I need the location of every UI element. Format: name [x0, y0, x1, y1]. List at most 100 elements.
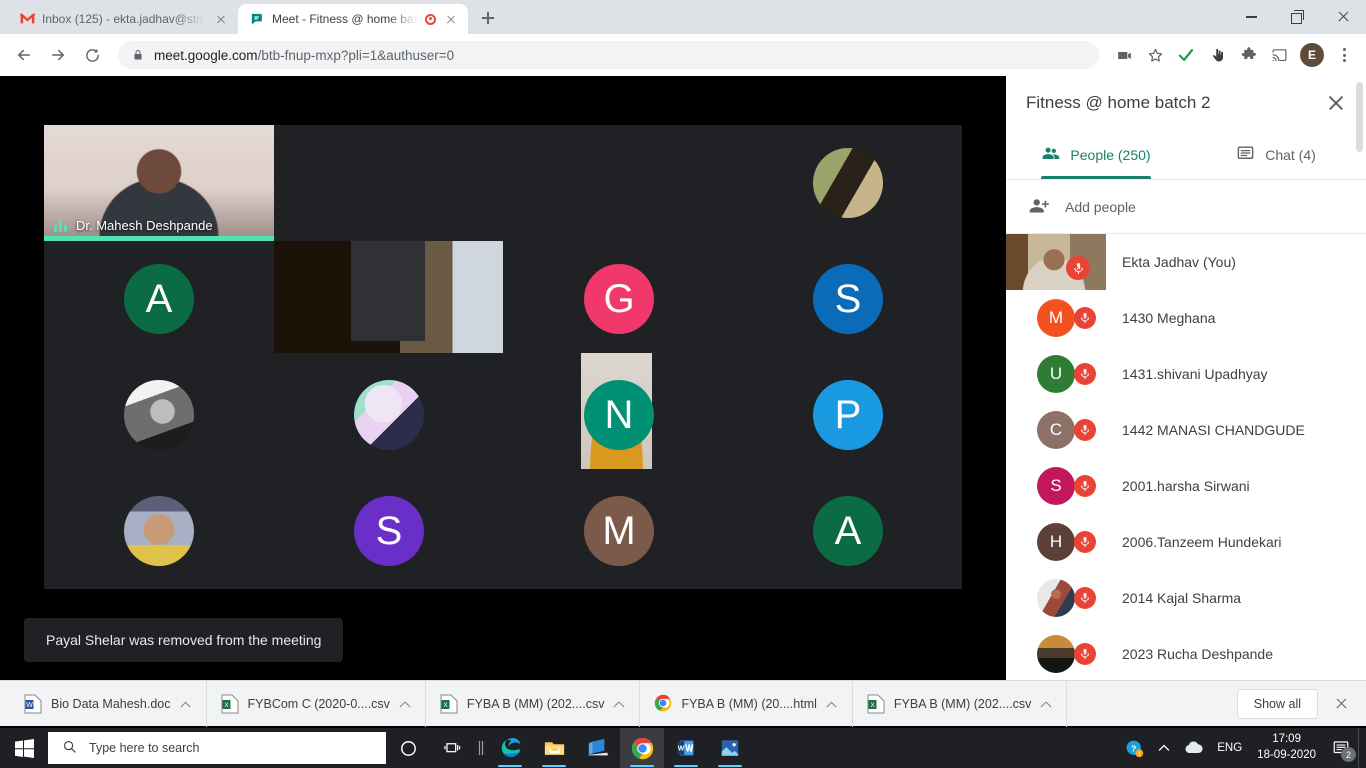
browser-tab-meet[interactable]: Meet - Fitness @ home batch: [238, 4, 468, 34]
chrome-icon[interactable]: [620, 728, 664, 768]
chevron-up-icon[interactable]: [1151, 728, 1177, 768]
svg-text:!: !: [1139, 751, 1141, 757]
tab-people[interactable]: People (250): [1006, 130, 1186, 179]
panel-header: Fitness @ home batch 2: [1006, 76, 1366, 130]
browser-tab-title: Inbox (125) - ekta.jadhav@stmira: [42, 12, 206, 26]
avatar-tile[interactable]: [734, 148, 962, 218]
avatar-tile[interactable]: G: [504, 241, 734, 357]
action-center-icon[interactable]: 2: [1324, 728, 1358, 768]
chevron-up-icon[interactable]: [613, 698, 625, 710]
svg-text:W: W: [678, 745, 685, 752]
close-panel-button[interactable]: [1322, 89, 1350, 117]
list-item[interactable]: Ekta Jadhav (You): [1006, 234, 1366, 290]
panel-scrollbar[interactable]: [1356, 82, 1363, 152]
adblock-hand-icon[interactable]: [1202, 40, 1232, 70]
avatar-tile[interactable]: S: [734, 241, 962, 357]
download-item[interactable]: X FYBCom C (2020-0....csv: [207, 680, 426, 727]
word-icon[interactable]: W: [664, 728, 708, 768]
add-person-icon: [1028, 195, 1049, 219]
avatar-tile[interactable]: A: [44, 241, 274, 357]
address-bar[interactable]: meet.google.com/btb-fnup-mxp?pli=1&authu…: [118, 41, 1099, 69]
cast-icon[interactable]: [1264, 40, 1294, 70]
green-check-icon[interactable]: [1171, 40, 1201, 70]
people-icon: [1041, 144, 1060, 166]
close-downloads-bar-button[interactable]: [1326, 689, 1356, 719]
start-icon[interactable]: [0, 728, 48, 768]
show-all-downloads-button[interactable]: Show all: [1236, 688, 1318, 719]
photos-icon[interactable]: [708, 728, 752, 768]
taskbar-separator: [474, 728, 488, 768]
video-tile-speaker[interactable]: Dr. Mahesh Deshpande: [44, 125, 274, 241]
bookmark-star-icon[interactable]: [1140, 40, 1170, 70]
chrome-browser-window: Inbox (125) - ekta.jadhav@stmira Meet - …: [0, 0, 1366, 680]
minimize-button[interactable]: [1228, 0, 1274, 34]
list-item[interactable]: 2023 Rucha Deshpande: [1006, 626, 1366, 680]
avatar-tile[interactable]: [44, 357, 274, 473]
chevron-up-icon[interactable]: [826, 698, 838, 710]
chevron-up-icon[interactable]: [180, 698, 192, 710]
browser-tab-title: Meet - Fitness @ home batch: [272, 12, 418, 26]
participant-name: 2023 Rucha Deshpande: [1122, 646, 1274, 662]
back-button[interactable]: [8, 39, 40, 71]
task-view-icon[interactable]: [430, 728, 474, 768]
window-controls: [1228, 0, 1366, 34]
download-name: FYBA B (MM) (202....csv: [466, 696, 605, 711]
list-item[interactable]: H 2006.Tanzeem Hundekari: [1006, 514, 1366, 570]
download-item[interactable]: W Bio Data Mahesh.doc: [10, 680, 207, 727]
participant-initial: A: [813, 496, 883, 566]
panel-title: Fitness @ home batch 2: [1026, 93, 1211, 112]
file-explorer-icon[interactable]: [532, 728, 576, 768]
windows-taskbar: Type here to search W ? ! ENG 17:09 18-0…: [0, 728, 1366, 768]
chat-icon: [1236, 144, 1255, 166]
blank-tile: [351, 241, 425, 341]
help-question-icon[interactable]: ?!: [1118, 728, 1151, 768]
avatar-tile[interactable]: [274, 357, 504, 473]
list-item[interactable]: C 1442 MANASI CHANDGUDE: [1006, 402, 1366, 458]
list-item[interactable]: M 1430 Meghana: [1006, 290, 1366, 346]
avatar-tile[interactable]: [44, 473, 274, 589]
download-item[interactable]: X FYBA B (MM) (202....csv: [853, 680, 1068, 727]
maximize-button[interactable]: [1274, 0, 1320, 34]
chevron-up-icon[interactable]: [1040, 698, 1052, 710]
extensions-puzzle-icon[interactable]: [1233, 40, 1263, 70]
avatar-tile[interactable]: M: [504, 473, 734, 589]
participant-avatar: [1037, 635, 1075, 673]
list-item[interactable]: U 1431.shivani Upadhyay: [1006, 346, 1366, 402]
panel-tabs: People (250) Chat (4): [1006, 130, 1366, 180]
edge-icon[interactable]: [488, 728, 532, 768]
avatar-tile[interactable]: P: [734, 357, 962, 473]
download-item[interactable]: X FYBA B (MM) (202....csv: [426, 680, 641, 727]
add-people-button[interactable]: Add people: [1006, 180, 1366, 234]
new-tab-button[interactable]: [474, 4, 502, 32]
list-item[interactable]: 2014 Kajal Sharma: [1006, 570, 1366, 626]
browser-tab-gmail[interactable]: Inbox (125) - ekta.jadhav@stmira: [8, 4, 238, 34]
search-input[interactable]: Type here to search: [48, 732, 386, 764]
show-desktop-button[interactable]: [1358, 728, 1364, 768]
chevron-up-icon[interactable]: [399, 698, 411, 710]
device-icon[interactable]: [576, 728, 620, 768]
chrome-menu-icon[interactable]: [1330, 40, 1358, 70]
download-item[interactable]: FYBA B (MM) (20....html: [640, 680, 853, 727]
profile-avatar[interactable]: E: [1300, 43, 1324, 67]
language-indicator[interactable]: ENG: [1210, 728, 1249, 768]
svg-text:X: X: [443, 702, 448, 709]
camera-icon[interactable]: [1109, 40, 1139, 70]
participant-name: 1430 Meghana: [1122, 310, 1216, 326]
participant-avatar: U: [1037, 355, 1075, 393]
avatar-tile[interactable]: N: [504, 357, 734, 473]
forward-button[interactable]: [42, 39, 74, 71]
screen: Inbox (125) - ekta.jadhav@stmira Meet - …: [0, 0, 1366, 768]
clock[interactable]: 17:09 18-09-2020: [1249, 728, 1324, 768]
tab-chat[interactable]: Chat (4): [1186, 130, 1366, 179]
avatar-tile[interactable]: A: [734, 473, 962, 589]
list-item[interactable]: S 2001.harsha Sirwani: [1006, 458, 1366, 514]
reload-button[interactable]: [76, 39, 108, 71]
video-grid: Dr. Mahesh Deshpande A G S N P S M A: [44, 125, 962, 589]
cloud-icon[interactable]: [1177, 728, 1210, 768]
cortana-icon[interactable]: [386, 728, 430, 768]
avatar-tile[interactable]: S: [274, 473, 504, 589]
close-icon[interactable]: [443, 11, 459, 27]
browser-toolbar: meet.google.com/btb-fnup-mxp?pli=1&authu…: [0, 34, 1366, 76]
close-icon[interactable]: [213, 11, 229, 27]
close-window-button[interactable]: [1320, 0, 1366, 34]
